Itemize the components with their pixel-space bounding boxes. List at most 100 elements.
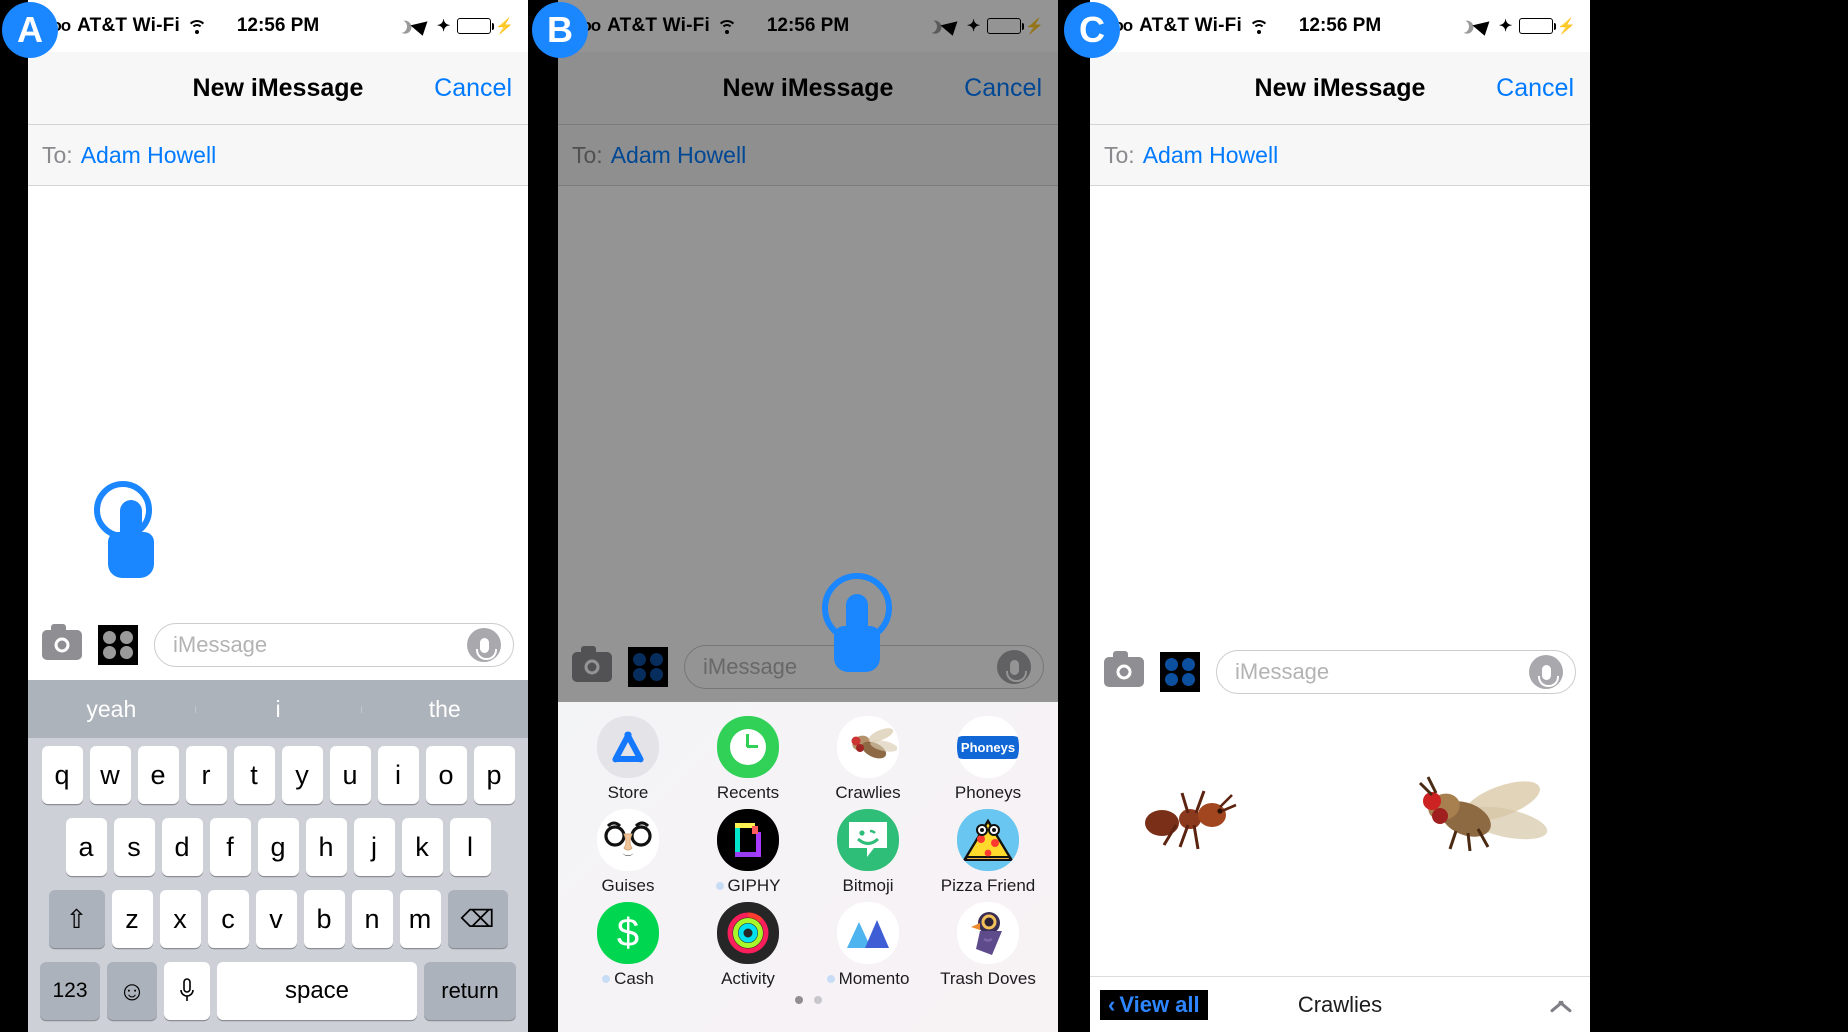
key-l[interactable]: l	[449, 818, 491, 876]
recents-clock-icon[interactable]	[717, 716, 779, 778]
glasses-nose-icon[interactable]	[597, 809, 659, 871]
recipient-field[interactable]: To: Adam Howell	[28, 124, 528, 186]
app-item-crawlies[interactable]: Crawlies	[808, 716, 928, 803]
key-n[interactable]: n	[351, 890, 393, 948]
recipient-name[interactable]: Adam Howell	[81, 142, 217, 169]
fly-icon[interactable]	[837, 716, 899, 778]
key-a[interactable]: a	[65, 818, 107, 876]
cancel-button[interactable]: Cancel	[434, 74, 512, 103]
key-h[interactable]: h	[305, 818, 347, 876]
page-dot-1[interactable]	[794, 996, 803, 1004]
key-y[interactable]: y	[281, 746, 323, 804]
key-i[interactable]: i	[377, 746, 419, 804]
app-item-giphy[interactable]: GIPHY	[688, 809, 808, 896]
key-z[interactable]: z	[111, 890, 153, 948]
new-indicator-dot	[602, 975, 611, 983]
recipient-name[interactable]: Adam Howell	[1143, 142, 1279, 169]
keyboard-row-2: a s d f g h j k l	[32, 818, 524, 876]
bitmoji-icon[interactable]	[837, 809, 899, 871]
key-r[interactable]: r	[185, 746, 227, 804]
app-item-phoneys[interactable]: Phoneys Phoneys	[928, 716, 1048, 803]
app-item-guises[interactable]: Guises	[568, 809, 688, 896]
phoneys-icon[interactable]: Phoneys	[957, 716, 1019, 778]
emoji-key[interactable]: ☺	[107, 962, 157, 1020]
app-label: GIPHY	[715, 876, 780, 896]
back-chevron-icon: ‹	[1108, 991, 1116, 1017]
sticker-fly[interactable]	[1406, 761, 1556, 874]
app-label: Cash	[602, 969, 654, 989]
key-w[interactable]: w	[89, 746, 131, 804]
key-c[interactable]: c	[207, 890, 249, 948]
key-p[interactable]: p	[473, 746, 515, 804]
app-item-bitmoji[interactable]: Bitmoji	[808, 809, 928, 896]
location-arrow-icon	[1472, 16, 1496, 36]
key-o[interactable]: o	[425, 746, 467, 804]
key-f[interactable]: f	[209, 818, 251, 876]
keyboard-row-4: 123 ☺ space return	[32, 962, 524, 1020]
return-key[interactable]: return	[424, 962, 516, 1020]
app-drawer-icon[interactable]	[98, 625, 138, 665]
momento-mountain-icon[interactable]	[837, 902, 899, 964]
key-e[interactable]: e	[137, 746, 179, 804]
key-t[interactable]: t	[233, 746, 275, 804]
key-q[interactable]: q	[41, 746, 83, 804]
key-d[interactable]: d	[161, 818, 203, 876]
delete-key[interactable]: ⌫	[447, 890, 508, 948]
new-indicator-dot	[715, 882, 724, 890]
app-label: Pizza Friend	[940, 876, 1036, 895]
cash-dollar-icon[interactable]: $	[597, 902, 659, 964]
key-v[interactable]: v	[255, 890, 297, 948]
pizza-glyph	[962, 818, 1014, 861]
app-item-store[interactable]: Store	[568, 716, 688, 803]
space-key[interactable]: space	[217, 962, 417, 1020]
key-k[interactable]: k	[401, 818, 443, 876]
wifi-icon	[1248, 19, 1269, 34]
microphone-icon[interactable]	[1529, 655, 1563, 689]
key-b[interactable]: b	[303, 890, 345, 948]
giphy-icon[interactable]	[717, 809, 779, 871]
activity-glyph	[727, 912, 769, 954]
fly-sticker-glyph	[1418, 776, 1548, 852]
app-item-pizza-friend[interactable]: Pizza Friend	[928, 809, 1048, 896]
on-screen-keyboard: q w e r t y u i o p a s d f g h j k l ⇧ …	[28, 738, 528, 1032]
cancel-button[interactable]: Cancel	[1496, 74, 1574, 103]
badge-a: A	[2, 2, 58, 58]
app-item-activity[interactable]: Activity	[688, 902, 808, 989]
prediction-1[interactable]: yeah	[28, 696, 195, 723]
shift-key[interactable]: ⇧	[48, 890, 105, 948]
app-store-icon[interactable]	[597, 716, 659, 778]
app-item-momento[interactable]: Momento	[808, 902, 928, 989]
dollar-glyph: $	[616, 910, 640, 955]
key-g[interactable]: g	[257, 818, 299, 876]
app-drawer-icon[interactable]	[1160, 652, 1200, 692]
app-item-recents[interactable]: Recents	[688, 716, 808, 803]
dictation-key[interactable]	[164, 962, 210, 1020]
microphone-icon[interactable]	[467, 628, 501, 662]
prediction-2[interactable]: i	[194, 696, 362, 723]
trash-doves-icon[interactable]	[957, 902, 1019, 964]
sticker-ant[interactable]	[1132, 775, 1252, 872]
camera-icon[interactable]	[1104, 651, 1144, 687]
message-input[interactable]: iMessage	[154, 623, 514, 667]
pizza-friend-icon[interactable]	[957, 809, 1019, 871]
prediction-3[interactable]: the	[361, 696, 528, 723]
page-dot-2[interactable]	[813, 996, 822, 1004]
key-j[interactable]: j	[353, 818, 395, 876]
view-all-button[interactable]: ‹ View all	[1100, 989, 1208, 1020]
numbers-key[interactable]: 123	[40, 962, 100, 1020]
new-indicator-dot	[826, 975, 835, 983]
status-bar-left: ooo AT&T Wi-Fi	[42, 15, 207, 37]
app-item-trash-doves[interactable]: Trash Doves	[928, 902, 1048, 989]
activity-rings-icon[interactable]	[717, 902, 779, 964]
key-s[interactable]: s	[113, 818, 155, 876]
status-bar-right: ✦ ⚡	[394, 16, 514, 36]
recipient-field[interactable]: To: Adam Howell	[1090, 124, 1590, 186]
key-u[interactable]: u	[329, 746, 371, 804]
dictation-mic-icon	[178, 978, 196, 1004]
chevron-up-icon[interactable]	[1550, 994, 1572, 1016]
key-x[interactable]: x	[159, 890, 201, 948]
message-input[interactable]: iMessage	[1216, 650, 1576, 694]
app-item-cash[interactable]: $ Cash	[568, 902, 688, 989]
camera-icon[interactable]	[42, 624, 82, 660]
key-m[interactable]: m	[399, 890, 441, 948]
